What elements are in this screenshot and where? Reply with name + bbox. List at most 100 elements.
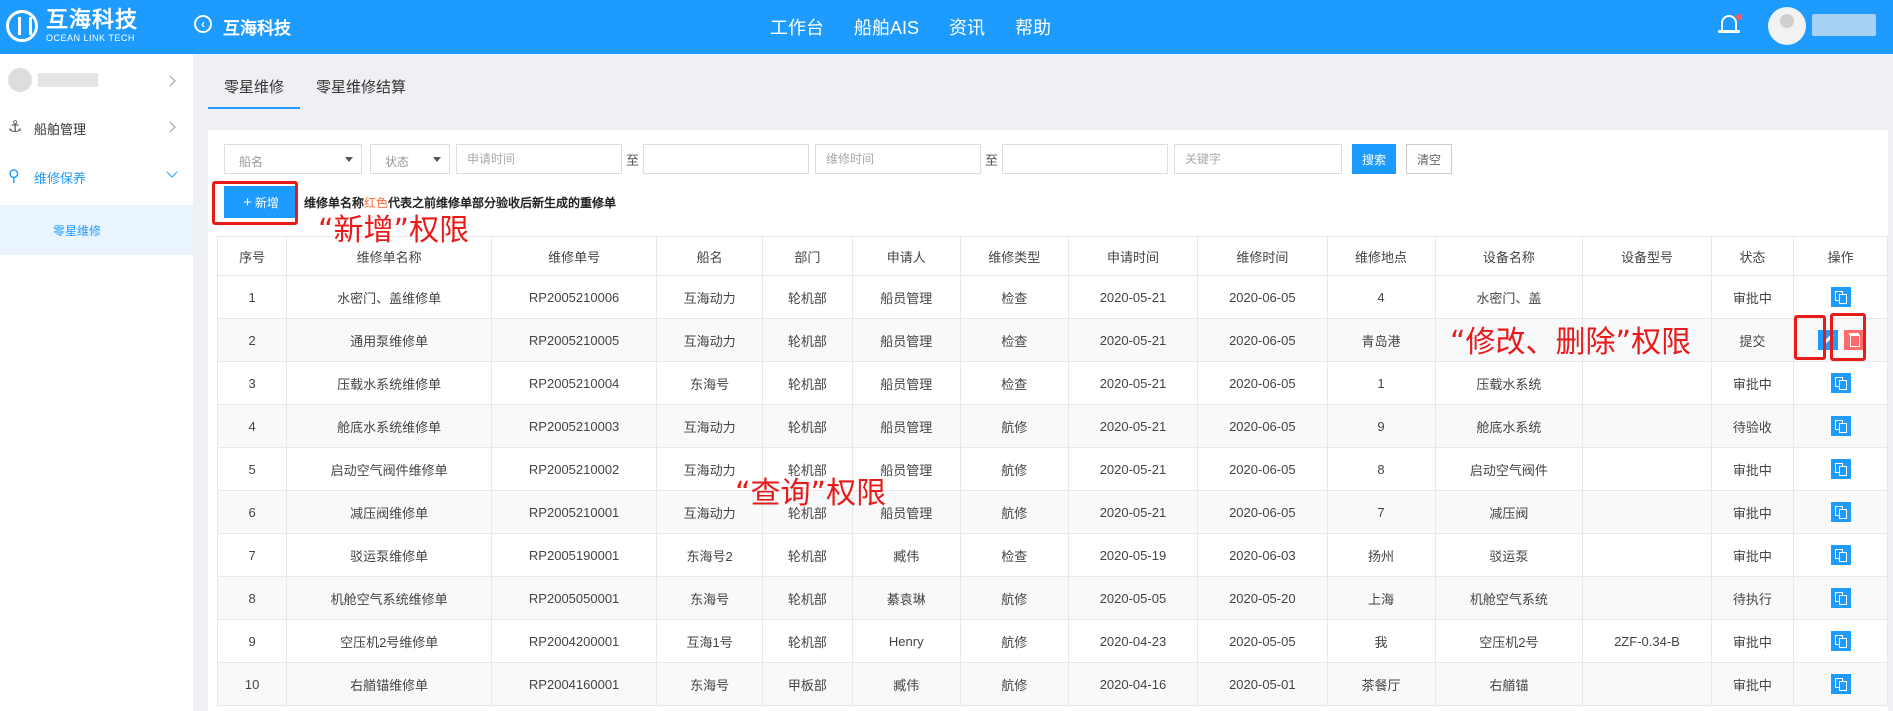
repair-time-start-input[interactable] — [815, 144, 982, 174]
table-cell: 臧伟 — [851, 533, 961, 577]
table-cell: 空压机2号 — [1434, 619, 1584, 663]
logo-cn-text: 互海科技 — [46, 7, 139, 32]
ship-select[interactable]: 船名 — [224, 144, 362, 174]
table-cell: 2020-06-05 — [1197, 490, 1328, 534]
table-cell: 2020-06-05 — [1197, 404, 1328, 448]
table-row[interactable]: 10 右艏锚维修单 RP2004160001 东海号 甲板部 臧伟 航修 2020-04-16… — [216, 662, 1888, 706]
page-title: 互海科技 — [223, 19, 291, 38]
table-cell: 1 — [216, 275, 288, 319]
copy-icon[interactable] — [1830, 416, 1851, 436]
table-cell: 待验收 — [1710, 404, 1795, 448]
sidebar-item-ship-management[interactable]: ⚓ 船舶管理 — [0, 105, 193, 149]
table-row[interactable]: 8 机舱空气系统维修单 RP2005050001 东海号 轮机部 綦袁琳 航修 2020-05… — [216, 576, 1888, 620]
nav-news[interactable]: 资讯 — [949, 14, 985, 40]
table-row[interactable]: 3 压载水系统维修单 RP2005210004 东海号 轮机部 船员管理 检查 2020-05… — [216, 361, 1888, 405]
table-cell: 审批中 — [1710, 490, 1795, 534]
actions-cell — [1793, 576, 1888, 620]
table-row[interactable]: 9 空压机2号维修单 RP2004200001 互海1号 轮机部 Henry 航修 2020-… — [216, 619, 1888, 663]
table-cell: 舱底水系统维修单 — [286, 404, 493, 448]
copy-icon[interactable] — [1830, 287, 1851, 307]
table-cell: RP2005210002 — [491, 447, 658, 491]
tab-spot-repair-settlement[interactable]: 零星维修结算 — [300, 64, 422, 109]
table-cell — [1582, 404, 1712, 448]
table-cell: 水密门、盖维修单 — [286, 275, 493, 319]
table-cell: 2020-05-21 — [1067, 490, 1199, 534]
copy-icon[interactable] — [1830, 502, 1851, 522]
table-cell: 轮机部 — [762, 533, 853, 577]
column-header: 设备型号 — [1582, 236, 1712, 276]
copy-icon[interactable] — [1830, 674, 1851, 694]
table-cell: RP2005210006 — [491, 275, 658, 319]
copy-icon[interactable] — [1830, 373, 1851, 393]
filter-bar: 船名 状态 至 至 搜索 清空 — [224, 144, 1453, 174]
table-row[interactable]: 7 驳运泵维修单 RP2005190001 东海号2 轮机部 臧伟 检查 2020-05-19… — [216, 533, 1888, 577]
apply-time-start-input[interactable] — [456, 144, 622, 174]
table-cell: 审批中 — [1710, 533, 1795, 577]
table-cell: 扬州 — [1326, 533, 1436, 577]
table-cell: 2020-05-21 — [1067, 361, 1199, 405]
table-cell: RP2005210003 — [491, 404, 658, 448]
add-permission-annotation: “新增”权限 — [318, 213, 470, 248]
user-avatar[interactable] — [1768, 7, 1806, 45]
nav-help[interactable]: 帮助 — [1015, 14, 1051, 40]
table-row[interactable]: 6 减压阀维修单 RP2005210001 互海动力 轮机部 船员管理 航修 2020-05-… — [216, 490, 1888, 534]
table-cell — [1582, 662, 1712, 706]
table-cell — [1582, 490, 1712, 534]
table-row[interactable]: 4 舱底水系统维修单 RP2005210003 互海动力 轮机部 船员管理 航修 2020-0… — [216, 404, 1888, 448]
table-cell: 船员管理 — [851, 404, 961, 448]
table-cell: 5 — [216, 447, 288, 491]
actions-cell — [1793, 490, 1888, 534]
actions-cell — [1793, 361, 1888, 405]
table-cell: 压载水系统维修单 — [286, 361, 493, 405]
user-name-blurred[interactable] — [1812, 14, 1876, 36]
table-cell: 2020-06-03 — [1197, 533, 1328, 577]
search-button[interactable]: 搜索 — [1352, 144, 1397, 174]
sidebar-item-maintenance[interactable]: ⚲ 维修保养 — [0, 154, 193, 198]
table-cell: 航修 — [959, 619, 1069, 663]
table-cell: 航修 — [959, 404, 1069, 448]
table-cell: 2020-05-05 — [1067, 576, 1199, 620]
table-cell: 2020-05-05 — [1197, 619, 1328, 663]
table-cell: RP2005210004 — [491, 361, 658, 405]
table-cell: 检查 — [959, 361, 1069, 405]
copy-icon[interactable] — [1830, 459, 1851, 479]
table-cell: 2ZF-0.34-B — [1582, 619, 1712, 663]
nav-workbench[interactable]: 工作台 — [770, 14, 824, 40]
column-header: 维修类型 — [959, 236, 1069, 276]
company-logo[interactable]: 互海科技 OCEAN LINK TECH — [6, 9, 138, 43]
repair-time-end-input[interactable] — [1002, 144, 1169, 174]
table-cell: 9 — [1326, 404, 1436, 448]
copy-icon[interactable] — [1830, 588, 1851, 608]
table-cell: Henry — [851, 619, 961, 663]
table-cell: 綦袁琳 — [851, 576, 961, 620]
sidebar-item-label: 维修保养 — [34, 171, 87, 186]
back-arrow-icon[interactable]: ‹ — [194, 15, 212, 33]
table-cell: 2020-04-23 — [1067, 619, 1199, 663]
range-separator: 至 — [626, 152, 640, 168]
column-header: 设备名称 — [1434, 236, 1584, 276]
table-cell: RP2005190001 — [491, 533, 658, 577]
table-cell: 2020-05-20 — [1197, 576, 1328, 620]
apply-time-end-input[interactable] — [643, 144, 810, 174]
table-cell: 检查 — [959, 533, 1069, 577]
status-select-placeholder: 状态 — [385, 155, 410, 169]
sidebar-user[interactable] — [0, 54, 193, 108]
clear-button[interactable]: 清空 — [1406, 144, 1453, 174]
nav-ship-ais[interactable]: 船舶AIS — [854, 14, 919, 40]
copy-icon[interactable] — [1830, 631, 1851, 651]
column-header: 部门 — [762, 236, 853, 276]
status-select[interactable]: 状态 — [370, 144, 450, 174]
keyword-input[interactable] — [1174, 144, 1343, 174]
column-header: 维修单号 — [491, 236, 658, 276]
copy-icon[interactable] — [1830, 545, 1851, 565]
notification-dot — [1736, 14, 1742, 20]
sidebar-avatar — [8, 68, 32, 92]
notification-bell-icon[interactable] — [1718, 13, 1742, 37]
sidebar-subitem-label: 零星维修 — [53, 224, 102, 238]
tab-spot-repair[interactable]: 零星维修 — [208, 64, 301, 109]
sidebar-subitem-spot-repair[interactable]: 零星维修 — [0, 205, 193, 255]
column-header: 申请时间 — [1067, 236, 1199, 276]
table-row[interactable]: 1 水密门、盖维修单 RP2005210006 互海动力 轮机部 船员管理 检查 2020-0… — [216, 275, 1888, 319]
tab-bar: 零星维修 零星维修结算 — [208, 64, 422, 109]
table-row[interactable]: 5 启动空气阀件维修单 RP2005210002 互海动力 轮机部 船员管理 航修 2020-… — [216, 447, 1888, 491]
